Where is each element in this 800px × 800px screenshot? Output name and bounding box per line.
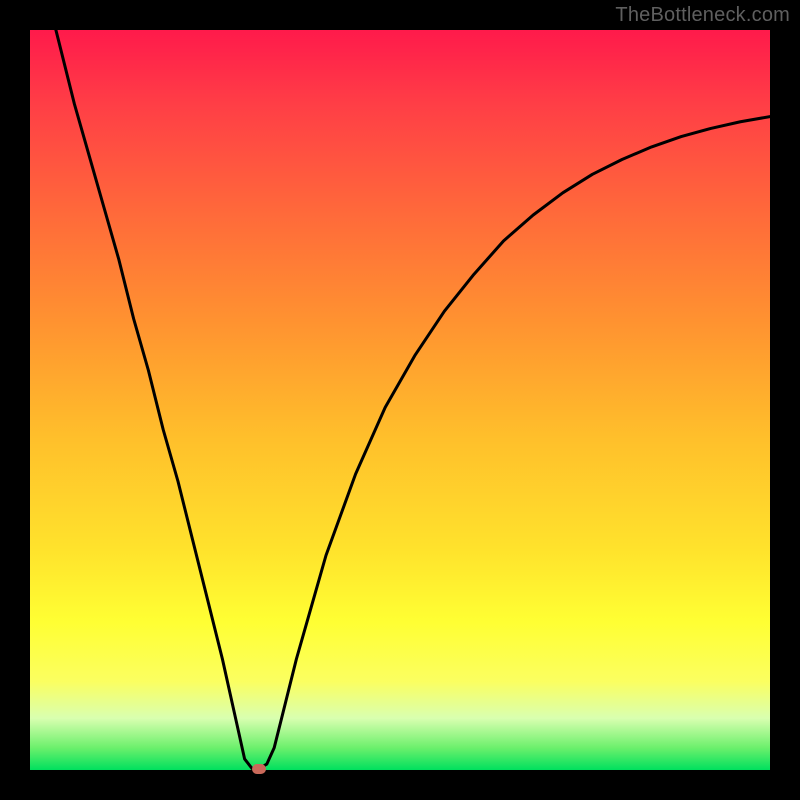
chart-frame: TheBottleneck.com	[0, 0, 800, 800]
optimum-marker	[252, 764, 266, 774]
attribution-text: TheBottleneck.com	[615, 4, 790, 27]
plot-area	[30, 30, 770, 770]
bottleneck-curve	[30, 30, 770, 769]
curve-svg	[30, 30, 770, 770]
